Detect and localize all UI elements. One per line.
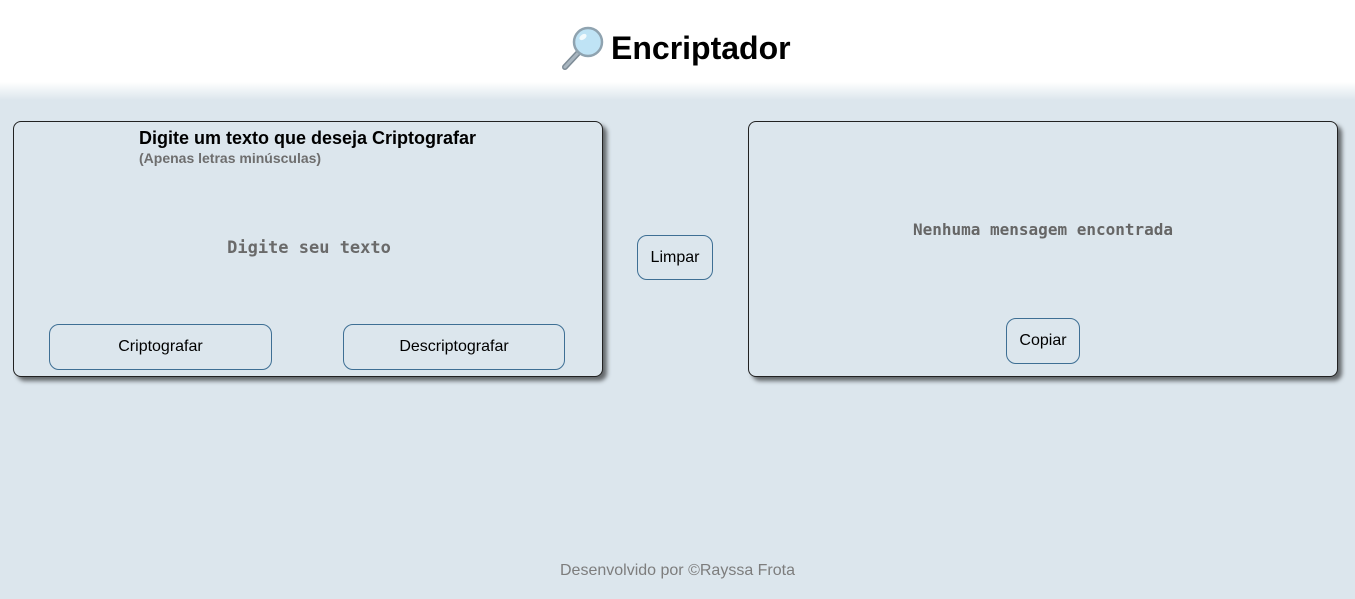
encrypt-button[interactable]: Criptografar <box>49 324 272 370</box>
footer-credit: Desenvolvido por ©Rayssa Frota <box>560 562 795 579</box>
app-title: Encriptador <box>611 30 791 66</box>
input-panel: Digite um texto que deseja Criptografar … <box>13 121 603 377</box>
input-heading: Digite um texto que deseja Criptografar <box>139 128 477 148</box>
decrypt-button[interactable]: Descriptografar <box>343 324 565 370</box>
copy-button[interactable]: Copiar <box>1006 318 1080 364</box>
output-panel: Nenhuma mensagem encontrada Copiar <box>748 121 1338 377</box>
magnifying-glass-icon <box>562 26 604 70</box>
header: Encriptador <box>0 0 1355 100</box>
clear-button[interactable]: Limpar <box>637 235 713 280</box>
output-message: Nenhuma mensagem encontrada <box>912 220 1174 239</box>
text-input[interactable] <box>54 202 564 302</box>
input-hint: (Apenas letras minúsculas) <box>139 150 322 166</box>
brand: Encriptador <box>560 24 791 72</box>
